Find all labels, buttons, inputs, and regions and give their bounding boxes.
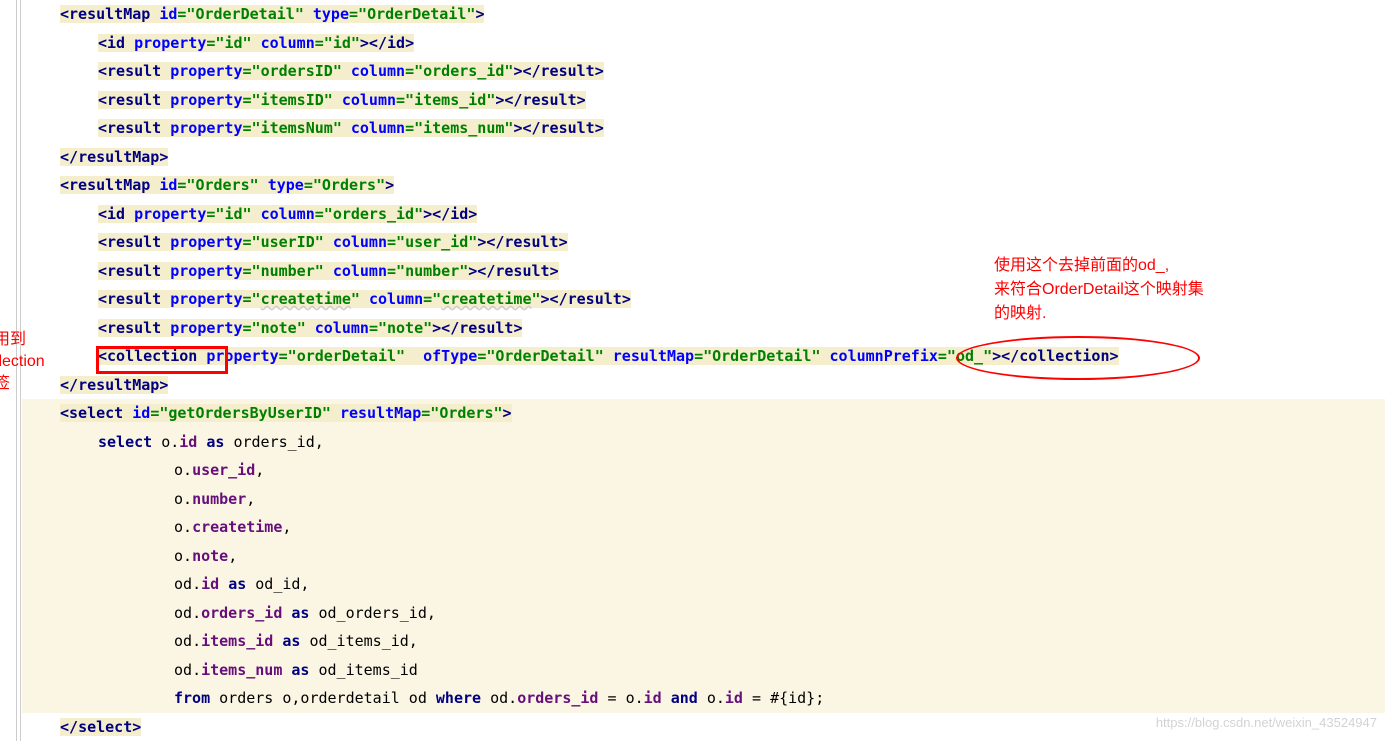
red-ellipse-columnprefix (956, 336, 1200, 380)
annotation-right-3: 的映射. (994, 300, 1046, 329)
sql-line[interactable]: o.number, (22, 485, 1385, 514)
code-line[interactable]: <resultMap id="Orders" type="Orders"> (22, 171, 1385, 200)
code-line[interactable]: <resultMap id="OrderDetail" type="OrderD… (22, 0, 1385, 29)
code-line[interactable]: <id property="id" column="orders_id"></i… (22, 200, 1385, 229)
code-line[interactable]: <result property="itemsID" column="items… (22, 86, 1385, 115)
code-line[interactable]: <result property="itemsNum" column="item… (22, 114, 1385, 143)
code-line[interactable]: <id property="id" column="id"></id> (22, 29, 1385, 58)
code-line[interactable]: <result property="note" column="note"></… (22, 314, 1385, 343)
sql-line[interactable]: od.items_id as od_items_id, (22, 627, 1385, 656)
sql-line[interactable]: od.id as od_id, (22, 570, 1385, 599)
code-line[interactable]: </resultMap> (22, 143, 1385, 172)
sql-line[interactable]: od.orders_id as od_orders_id, (22, 599, 1385, 628)
red-box-collection (96, 346, 228, 374)
sql-line[interactable]: o.createtime, (22, 513, 1385, 542)
annotation-left-3: 标签 (0, 370, 10, 399)
code-line[interactable]: <select id="getOrdersByUserID" resultMap… (22, 399, 1385, 428)
watermark: https://blog.csdn.net/weixin_43524947 (1156, 709, 1377, 738)
sql-line[interactable]: o.note, (22, 542, 1385, 571)
code-line[interactable]: </resultMap> (22, 371, 1385, 400)
code-line[interactable]: <result property="ordersID" column="orde… (22, 57, 1385, 86)
sql-line[interactable]: o.user_id, (22, 456, 1385, 485)
sql-line[interactable]: od.items_num as od_items_id (22, 656, 1385, 685)
code-line[interactable]: <result property="userID" column="user_i… (22, 228, 1385, 257)
sql-line[interactable]: select o.id as orders_id, (22, 428, 1385, 457)
code-editor[interactable]: <resultMap id="OrderDetail" type="OrderD… (0, 0, 1385, 741)
